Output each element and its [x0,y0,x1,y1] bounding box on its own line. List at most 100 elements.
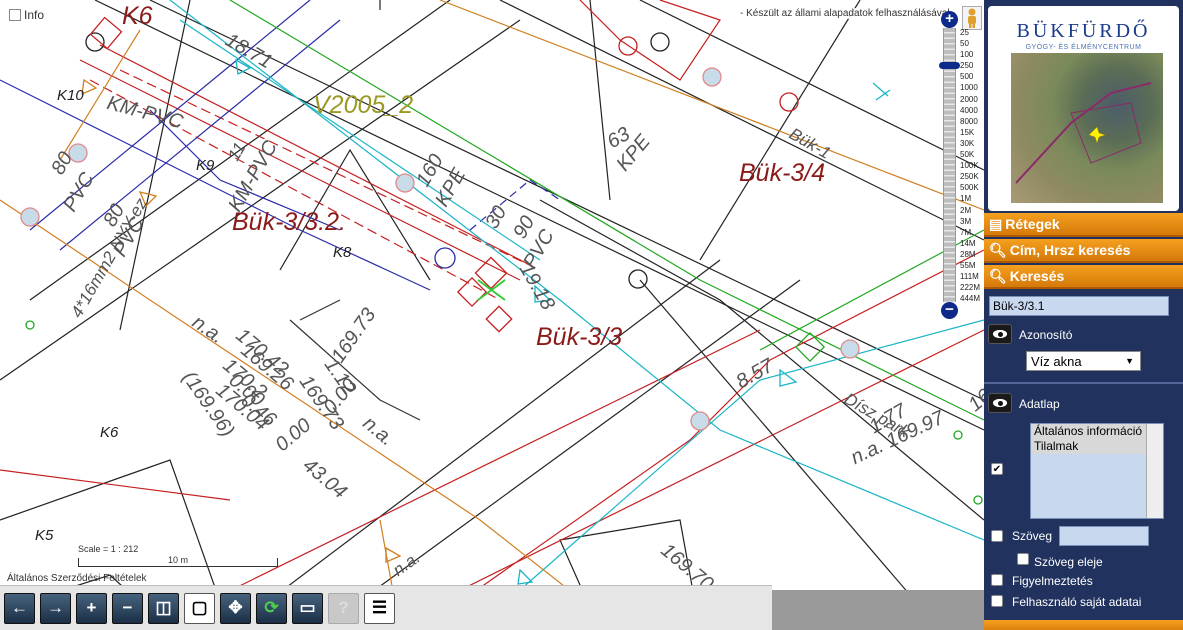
scale-text: Scale = 1 : 212 [78,544,139,554]
eye-icon[interactable] [988,393,1012,413]
zoom-level-label[interactable]: 444M [960,293,980,304]
zoom-level-label[interactable]: 55M [960,260,980,271]
info-toggle[interactable]: Info [9,8,44,22]
zoom-out-button[interactable]: − [112,592,143,624]
type-select-value: Víz akna [1031,354,1082,369]
measure-icon: ▭ [299,598,316,617]
zoom-level-label[interactable]: 2000 [960,94,980,105]
map-view[interactable]: K6 K10 KM-PVC 18.71 V2005_2 63 KPE Bük-1… [0,0,984,630]
zoom-level-label[interactable]: 28M [960,249,980,260]
zoom-level-label[interactable]: 14M [960,238,980,249]
overview-map[interactable] [1011,53,1163,203]
pan-button[interactable]: ✥ [220,592,251,624]
text-input[interactable] [1059,526,1149,546]
zoom-level-label[interactable]: 15K [960,127,980,138]
datasheet-list[interactable]: Általános információ Tilalmak [1030,423,1164,519]
zoom-level-label[interactable]: 250 [960,60,980,71]
zoom-box-button[interactable]: ◫ [148,592,179,624]
measure-button[interactable]: ▭ [292,592,323,624]
zoom-level-label[interactable]: 8000 [960,116,980,127]
back-icon: ← [11,598,28,617]
map-label: K9 [196,157,215,174]
terms-link[interactable]: Általános Szerződési Feltételek [7,573,147,584]
full-extent-button[interactable]: ▢ [184,592,215,624]
side-panel: BÜKFÜRDŐ GYÓGY- ÉS ÉLMÉNYCENTRUM ▤ Réteg… [984,0,1183,630]
zoom-level-label[interactable]: 7M [960,227,980,238]
map-label: K8 [333,244,352,261]
warning-label: Figyelmeztetés [1012,574,1093,588]
user-data-label: Felhasználó saját adatai [1012,595,1142,609]
text-checkbox[interactable] [991,530,1003,542]
zoom-level-label[interactable]: 4000 [960,105,980,116]
forward-button[interactable]: → [40,592,71,624]
zoom-track[interactable] [943,28,956,302]
info-label: Info [24,8,45,22]
zoom-level-label[interactable]: 1M [960,193,980,204]
pan-icon: ✥ [228,598,243,617]
zoom-in-icon[interactable]: + [941,11,958,28]
search-input[interactable]: Bük-3/3.1 [989,296,1169,316]
logo-name: BÜKFÜRDŐ [1016,20,1151,42]
map-label: Bük-3/3.2. [232,208,346,236]
accordion-address-label: Cím, Hrsz keresés [1009,242,1131,258]
accordion-address-search[interactable]: 🔍︎ Cím, Hrsz keresés [984,239,1183,263]
user-data-checkbox[interactable] [991,595,1003,607]
zoom-level-label[interactable]: 100K [960,160,980,171]
search-icon: 🔍︎ [989,241,1007,258]
zoom-level-label[interactable]: 3M [960,216,980,227]
zoom-level-label[interactable]: 250K [960,171,980,182]
list-item[interactable]: Tilalmak [1031,439,1163,454]
eye-icon[interactable] [988,324,1012,344]
text-label: Szöveg [1012,529,1053,543]
back-button[interactable]: ← [4,592,35,624]
zoom-level-label[interactable]: 50 [960,38,980,49]
attribution-text: - Készült az állami alapadatok felhaszná… [738,8,958,19]
map-label: K6 [122,2,153,30]
print-icon: ☰ [371,598,388,617]
print-button[interactable]: ☰ [364,592,395,624]
zoom-level-label[interactable]: 100 [960,49,980,60]
accordion-layers-label: Rétegek [1005,216,1060,232]
list-item[interactable]: Általános információ [1031,424,1163,439]
zoom-level-label[interactable]: 50K [960,149,980,160]
logo-box: BÜKFÜRDŐ GYÓGY- ÉS ÉLMÉNYCENTRUM [988,6,1179,211]
map-label: Bük-3/3 [536,323,623,351]
refresh-button[interactable]: ⟳ [256,592,287,624]
map-label: K10 [57,87,84,104]
zoom-level-label[interactable]: 25 [960,27,980,38]
datasheet-checkbox[interactable]: ✔ [991,463,1003,475]
text-start-checkbox[interactable] [1017,553,1029,565]
zoom-level-label[interactable]: 2M [960,205,980,216]
zoom-level-label[interactable]: 500 [960,71,980,82]
warning-checkbox[interactable] [991,574,1003,586]
zoom-level-label[interactable]: 500K [960,182,980,193]
list-scrollbar[interactable] [1146,424,1163,518]
query-button[interactable]: ? [328,592,359,624]
zoom-levels: 25 50 100 250 500 1000 2000 4000 8000 15K 30K 50K 10… [960,27,980,304]
zoom-slider[interactable] [939,62,960,69]
logo-subtitle: GYÓGY- ÉS ÉLMÉNYCENTRUM [1025,44,1142,51]
map-label: V2005_2 [313,91,414,119]
accordion-layers[interactable]: ▤ Rétegek [984,213,1183,237]
query-icon: ? [338,598,349,617]
accordion-selection[interactable] [984,620,1183,630]
zoom-in-button[interactable]: + [76,592,107,624]
info-checkbox[interactable] [9,9,21,21]
toolbar: ← → + − ◫ ▢ ✥ ⟳ ▭? ☰ [0,585,772,630]
map-label: Bük-3/4 [739,159,826,187]
accordion-search[interactable]: 🔍︎ Keresés [984,265,1183,289]
map-label: K6 [100,424,119,441]
zoom-out-icon[interactable]: − [941,302,958,319]
accordion-search-label: Keresés [1009,268,1065,284]
zoom-level-label[interactable]: 222M [960,282,980,293]
layers-icon: ▤ [989,215,1003,232]
app-root: K6 K10 KM-PVC 18.71 V2005_2 63 KPE Bük-1… [0,0,1183,630]
zoom-in-icon: + [86,598,97,617]
text-start-label: Szöveg eleje [1034,555,1103,569]
type-select[interactable]: Víz akna ▼ [1026,351,1141,371]
zoom-level-label[interactable]: 111M [960,271,980,282]
zoom-level-label[interactable]: 30K [960,138,980,149]
zoom-level-label[interactable]: 1000 [960,82,980,93]
forward-icon: → [47,598,64,617]
divider [984,382,1183,384]
